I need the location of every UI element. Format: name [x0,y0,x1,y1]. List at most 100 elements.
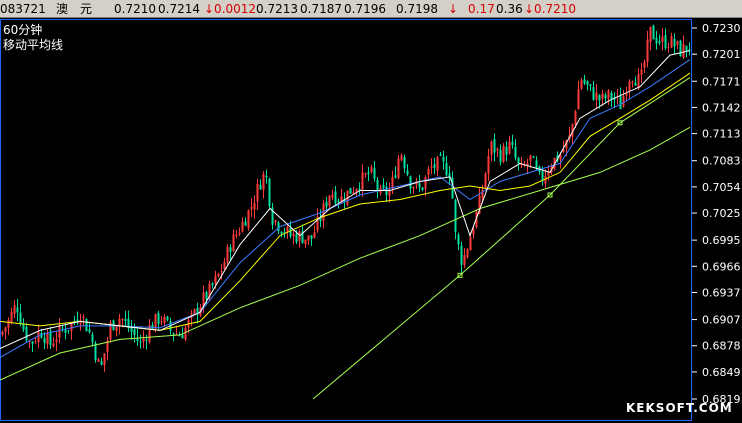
candle-body [325,201,328,207]
candle-body [193,309,196,314]
ma-long-line [0,126,691,381]
candle-body [667,47,670,49]
candle-body [292,233,295,237]
candle-body [469,237,472,251]
period-label: 60分钟 [3,22,42,37]
candle-body [643,61,646,68]
candle-body [442,156,445,162]
candle-body [274,220,277,223]
candle-body [247,210,250,228]
candle-body [634,82,637,86]
candle-body [583,79,586,84]
candle-body [457,234,460,245]
candle-body [664,35,667,49]
candle-body [19,312,22,325]
candle-body [55,339,58,343]
candle-body [598,95,601,101]
candle-body [7,319,10,328]
candle-body [160,321,163,323]
candle-body [454,200,457,232]
quote-bar: 083721 澳 元 0.7210 0.7214 ↓0.0012 0.7213 … [0,0,742,18]
candle-body [295,233,298,242]
candle-body [490,141,493,155]
candle-body [289,227,292,237]
candle-body [361,172,364,192]
candle-body [184,327,187,340]
candle-body [577,89,580,110]
candle-body [142,338,145,342]
quote-change-pct: 0.17 [468,2,495,16]
candle-body [358,188,361,191]
candle-body [421,187,424,191]
candle-body [217,273,220,277]
candle-body [655,37,658,44]
candle-body [367,172,370,175]
candle-body [13,305,16,314]
candle-body [682,44,685,58]
axis-tick-label: 0.6849 [702,366,741,379]
candle-body [595,92,598,100]
candle-body [574,111,577,126]
candle-body [589,84,592,86]
candle-body [67,330,70,332]
candle-body [97,359,100,363]
candle-body [502,145,505,162]
instrument-name: 澳 元 [56,2,93,16]
candle-body [370,167,373,173]
candle-body [610,93,613,100]
candle-body [1,331,4,335]
candle-body [412,186,415,189]
quote-low: 0.7196 [344,2,386,16]
candle-body [640,69,643,75]
ma-short-line [0,50,691,349]
candle-body [493,139,496,153]
candle-body [685,45,688,52]
app-window: 083721 澳 元 0.7210 0.7214 ↓0.0012 0.7213 … [0,0,742,423]
down-arrow-icon: ↓ [448,2,459,16]
candle-body [679,40,682,57]
candle-body [391,176,394,189]
candle-body [31,341,34,344]
axis-tick-label: 0.7113 [702,128,741,141]
axis-tick-label: 0.7142 [702,101,741,114]
candle-body [88,329,91,333]
candle-body [658,41,661,44]
candle-body [601,93,604,99]
candle-body [505,146,508,155]
candle-body [382,185,385,189]
axis-tick-label: 0.7083 [702,155,741,168]
candle-body [592,87,595,100]
candle-body [496,148,499,151]
candle-body [628,81,631,92]
candle-body [34,341,37,343]
price-axis: 0.7230 0.7201 0.7171 0.7142 0.7113 0.7083 0.70… [692,22,741,406]
candle-body [223,261,226,270]
candle-body [397,158,400,178]
candle-body [52,343,55,347]
candle-body [172,333,175,335]
candle-body [373,168,376,179]
candle-body [328,195,331,206]
candle-body [604,94,607,99]
candle-body [646,39,649,63]
candle-body [586,81,589,85]
price-chart[interactable]: 0.7230 0.7201 0.7171 0.7142 0.7113 0.7083 0.70… [0,18,742,423]
candle-body [580,80,583,89]
candle-body [265,175,268,178]
candle-body [637,74,640,89]
candle-body [406,170,409,175]
candle-body [232,234,235,252]
quote-change: ↓0.0012 [204,2,257,16]
candle-body [181,334,184,339]
candle-body [256,183,259,202]
candle-body [535,160,538,168]
candle-body [427,168,430,175]
candle-body [25,326,28,341]
candle-body [652,25,655,40]
trendline [312,77,691,400]
candle-body [262,173,265,190]
axis-tick-label: 0.6995 [702,234,741,247]
candle-body [163,316,166,324]
candle-body [430,166,433,168]
candle-body [244,221,247,226]
